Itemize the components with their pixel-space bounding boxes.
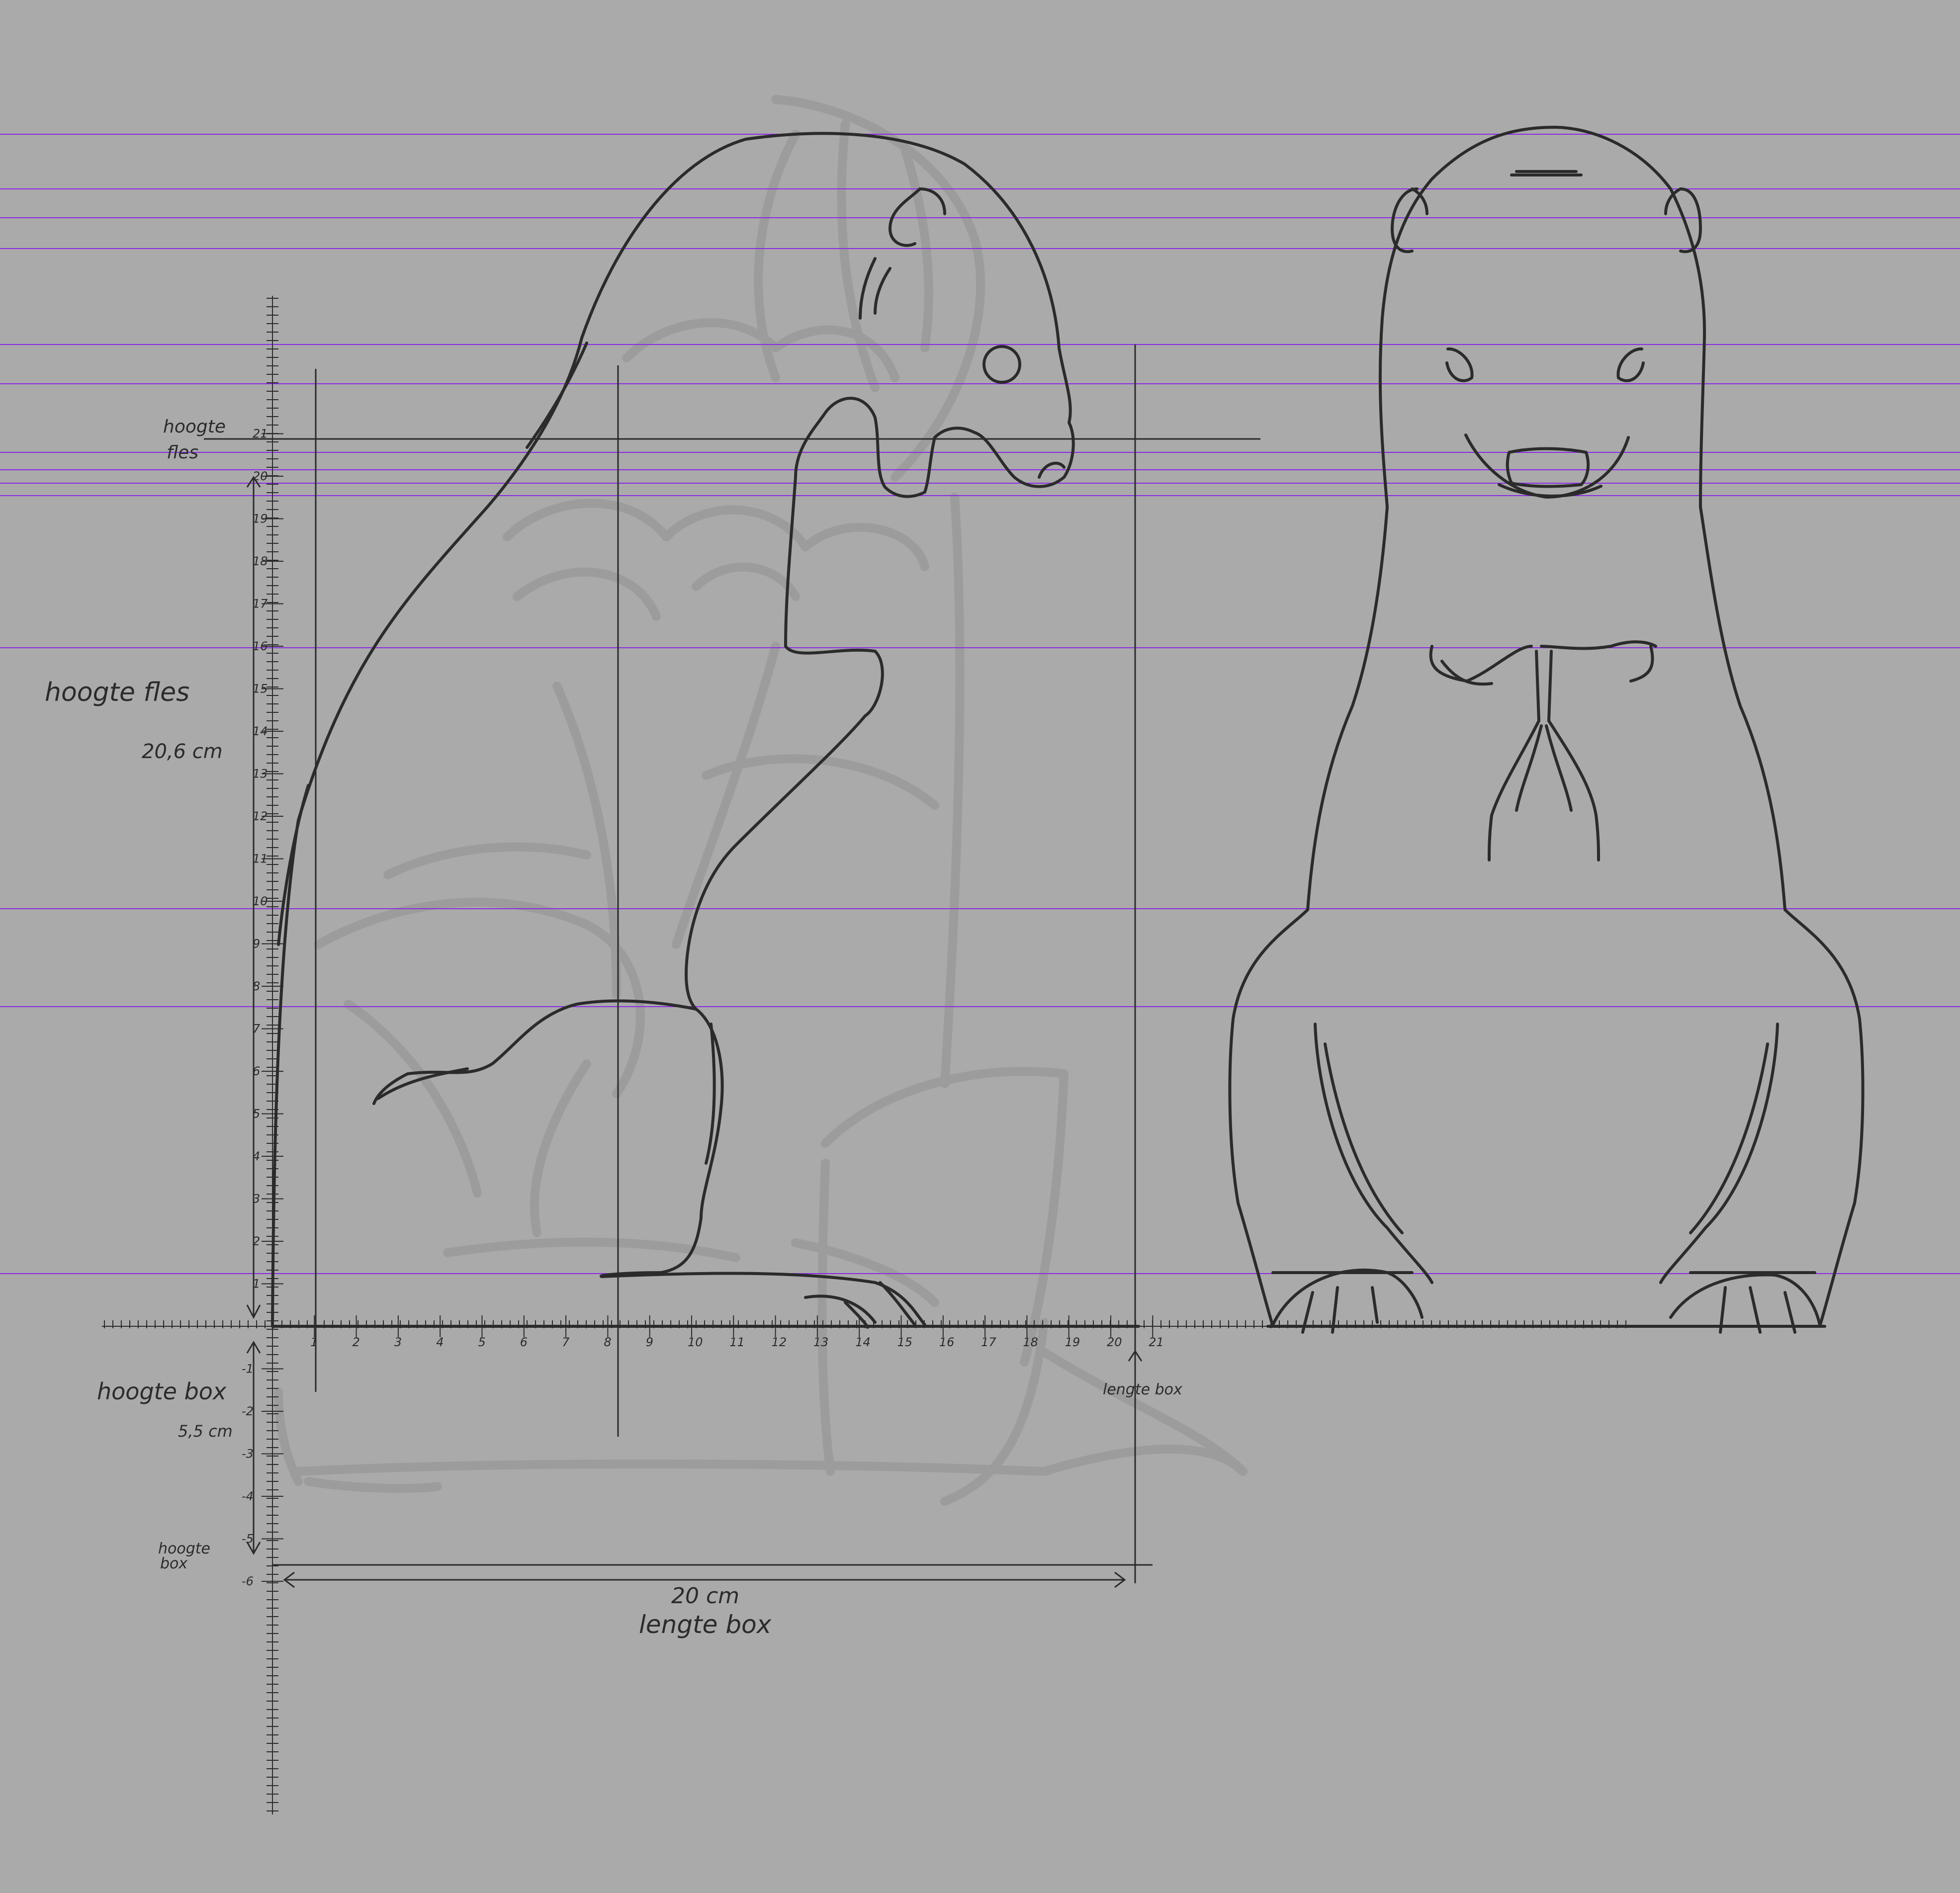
box-height-label: hoogte box — [97, 1378, 227, 1405]
vertical-tick-label: 13 — [253, 767, 268, 781]
box-length-marker: lengte box — [1103, 1381, 1182, 1398]
box-height-value: 5,5 cm — [178, 1422, 233, 1441]
horizontal-tick-label: 4 — [436, 1335, 444, 1349]
bottle-height-label: hoogte fles — [45, 678, 189, 707]
construction-lines — [204, 344, 1260, 1588]
horizontal-tick-label: 12 — [772, 1335, 787, 1349]
horizontal-tick-label: 8 — [604, 1335, 611, 1349]
vertical-tick-label: 20 — [253, 469, 268, 483]
vertical-tick-label: 16 — [253, 639, 268, 653]
horizontal-tick-label: 6 — [520, 1335, 528, 1349]
horizontal-tick-label: 16 — [939, 1335, 955, 1349]
vertical-tick-labels: 212019181716151413121110987654321-1-2-3-… — [242, 427, 268, 1589]
horizontal-tick-label: 7 — [562, 1335, 570, 1349]
drawing-canvas: 21 20 19 18 17 16 15 14 13 12 11 10 9 8 7 6 5 4 3 2 1 -1 -2 -3-… — [0, 0, 1960, 1893]
horizontal-tick-labels: 1 2 3 4 5 6 7 8 9 10 11 12 13 14 15 16 17 18 19 20 21 — [310, 1335, 1164, 1349]
horizontal-tick-label: 20 — [1107, 1335, 1122, 1349]
vertical-tick-label: 12 — [253, 809, 268, 823]
vertical-tick-label: 6 — [253, 1064, 260, 1078]
box-length-label: lengte box — [639, 1610, 772, 1639]
horizontal-tick-label: 17 — [981, 1335, 996, 1349]
vertical-tick-label: 17 — [253, 597, 268, 611]
vertical-tick-label: -1 — [242, 1362, 254, 1376]
bear-front-view — [1228, 125, 1865, 1334]
vertical-tick-label: 3 — [253, 1192, 260, 1206]
horizontal-tick-label: 21 — [1149, 1335, 1164, 1349]
sketch-svg: 212019181716151413121110987654321-1-2-3-… — [0, 95, 1960, 1814]
horizontal-tick-label: 3 — [394, 1335, 402, 1349]
vertical-tick-label: -5 — [242, 1532, 254, 1546]
vertical-tick-label: 5 — [253, 1107, 260, 1121]
horizontal-tick-label: 13 — [813, 1335, 829, 1349]
vertical-tick-label: 7 — [253, 1022, 261, 1036]
horizontal-tick-label: 14 — [855, 1335, 871, 1349]
vertical-tick-label: 21 — [253, 427, 268, 441]
vertical-tick-label: 4 — [253, 1149, 260, 1163]
bottle-height-value: 20,6 cm — [142, 740, 223, 763]
horizontal-tick-label: 18 — [1023, 1335, 1038, 1349]
horizontal-tick-label: 1 — [310, 1335, 318, 1349]
horizontal-tick-label: 2 — [353, 1335, 360, 1349]
horizontal-tick-label: 19 — [1065, 1335, 1080, 1349]
vertical-tick-label: -4 — [242, 1489, 254, 1503]
vertical-tick-label: -2 — [242, 1404, 254, 1418]
vertical-tick-label: -6 — [242, 1574, 254, 1588]
vertical-tick-label: 19 — [253, 512, 268, 526]
bear-side-view — [271, 132, 1140, 1329]
horizontal-tick-label: 5 — [478, 1335, 486, 1349]
ghost-sketch — [274, 95, 1247, 1506]
vertical-tick-label: 9 — [253, 937, 260, 951]
vertical-tick-label: 15 — [253, 682, 268, 696]
vertical-tick-label: -3 — [242, 1447, 254, 1461]
horizontal-tick-label: 10 — [688, 1335, 703, 1349]
bottle-height-marker-line2: fles — [167, 442, 198, 463]
vertical-tick-label: 18 — [253, 554, 268, 568]
vertical-tick-label: 1 — [253, 1277, 260, 1291]
horizontal-tick-label: 11 — [729, 1335, 745, 1349]
bottle-height-marker-line1: hoogte — [163, 417, 226, 437]
vertical-tick-label: 8 — [253, 979, 260, 993]
vertical-tick-label: 14 — [253, 724, 268, 738]
annotations: hoogte fles 20,6 cm hoogte fles hoogte b… — [45, 417, 1182, 1639]
box-length-value: 20 cm — [671, 1583, 739, 1609]
vertical-tick-label: 11 — [253, 852, 268, 866]
horizontal-tick-label: 9 — [646, 1335, 653, 1349]
horizontal-tick-label: 15 — [897, 1335, 913, 1349]
vertical-tick-label: 10 — [253, 894, 268, 908]
vertical-tick-label: 2 — [253, 1234, 260, 1248]
box-height-marker-line2: box — [160, 1555, 187, 1572]
